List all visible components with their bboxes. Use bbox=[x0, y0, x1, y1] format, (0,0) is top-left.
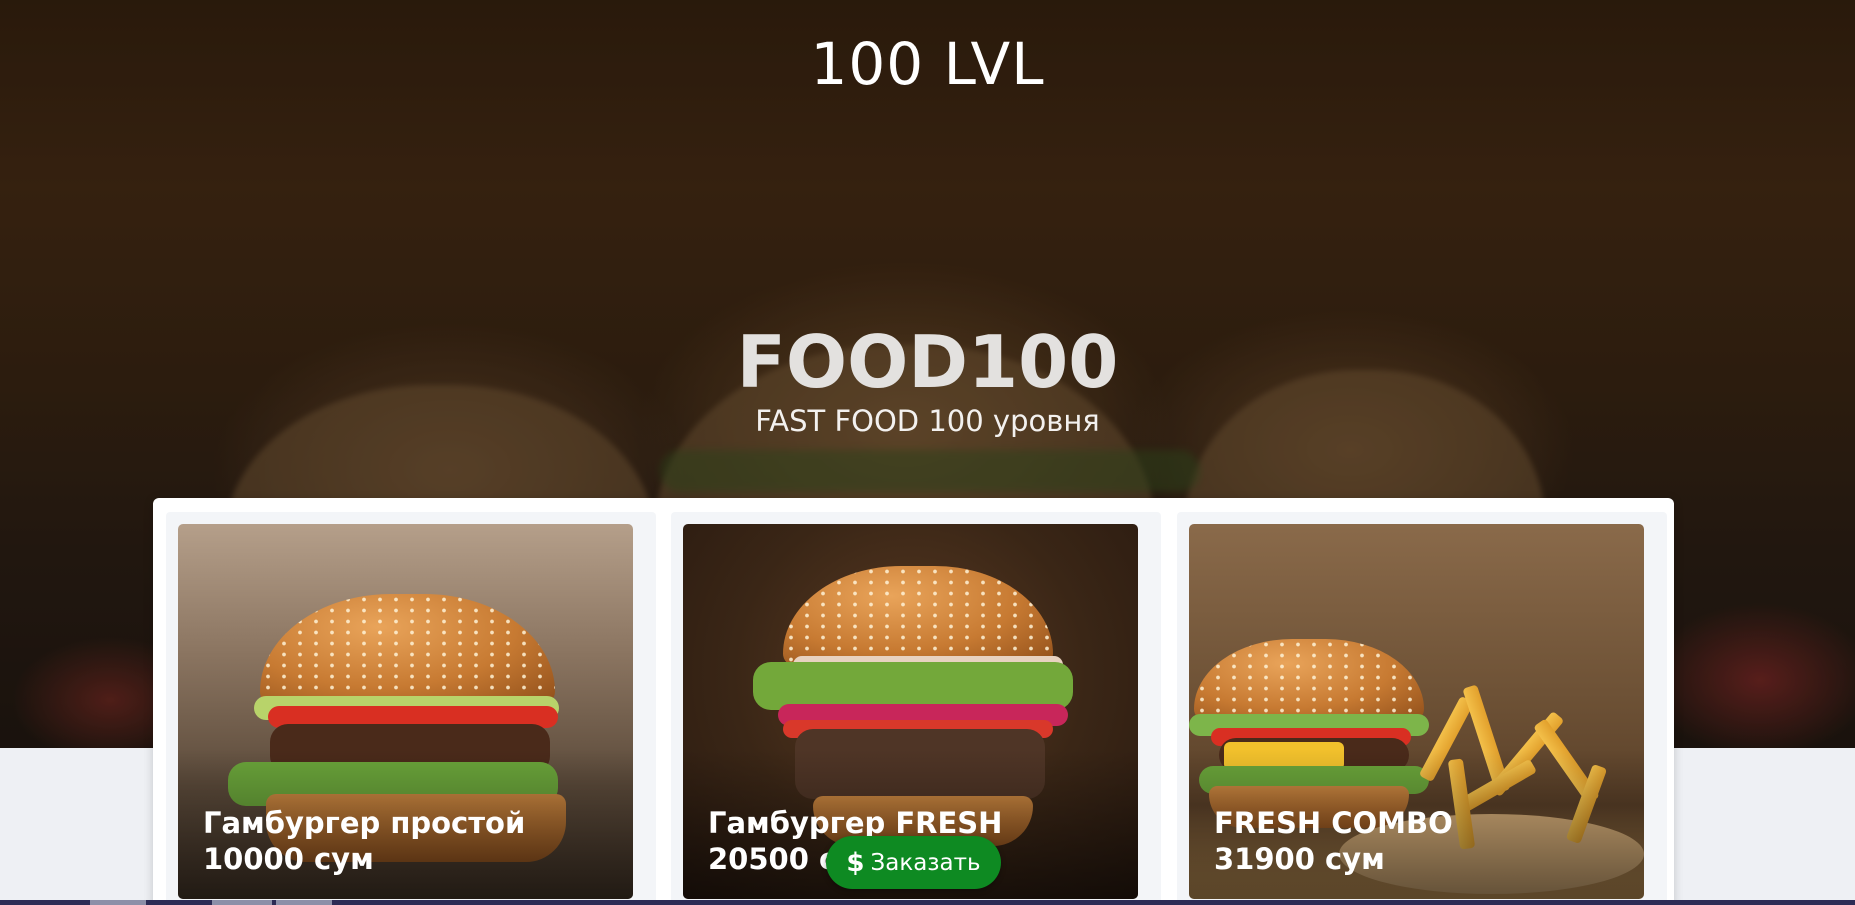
product-name: Гамбургер простой bbox=[203, 806, 526, 840]
hero-title: FOOD100 bbox=[736, 320, 1119, 404]
taskbar-item[interactable] bbox=[212, 900, 272, 905]
dollar-icon: $ bbox=[846, 847, 865, 878]
product-image[interactable]: FRESH COMBO 31900 сум bbox=[1189, 524, 1644, 899]
taskbar bbox=[0, 900, 1855, 905]
product-card[interactable]: Гамбургер простой 10000 сум bbox=[166, 512, 656, 905]
product-name: Гамбургер FRESH bbox=[708, 806, 1003, 840]
order-button[interactable]: $ Заказать bbox=[826, 836, 1001, 889]
hero-subtitle: FAST FOOD 100 уровня bbox=[755, 404, 1100, 438]
product-card[interactable]: FRESH COMBO 31900 сум bbox=[1177, 512, 1667, 905]
order-button-label: Заказать bbox=[870, 849, 981, 876]
site-name[interactable]: 100 LVL bbox=[0, 30, 1855, 98]
taskbar-item[interactable] bbox=[276, 900, 332, 905]
product-image[interactable]: Гамбургер простой 10000 сум bbox=[178, 524, 633, 899]
product-price: 10000 сум bbox=[203, 842, 374, 876]
taskbar-item[interactable] bbox=[90, 900, 146, 905]
product-price: 31900 сум bbox=[1214, 842, 1385, 876]
product-name: FRESH COMBO bbox=[1214, 806, 1453, 840]
